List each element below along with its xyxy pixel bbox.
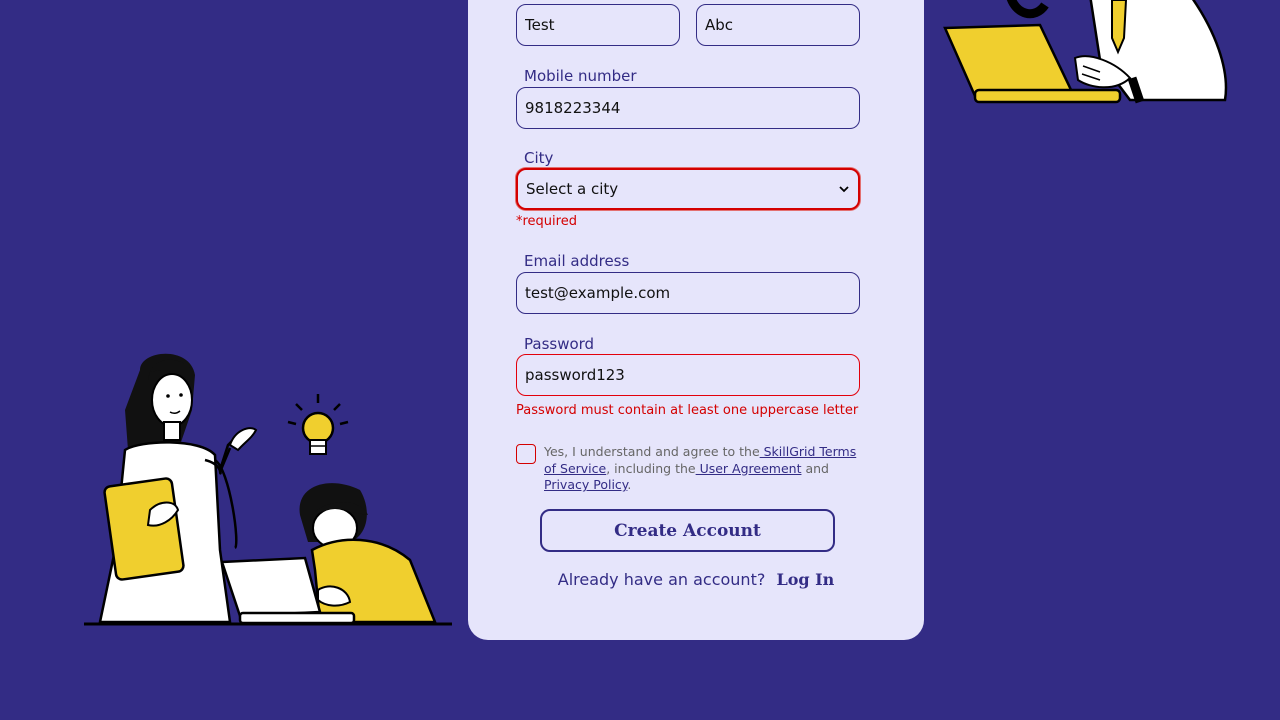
- password-input[interactable]: [516, 354, 860, 396]
- email-input[interactable]: [516, 272, 860, 314]
- login-link[interactable]: Log In: [776, 570, 834, 589]
- chevron-down-icon: [839, 186, 849, 193]
- city-error: *required: [516, 214, 577, 229]
- city-select-value: Select a city: [526, 180, 619, 198]
- people-illustration: [84, 353, 452, 626]
- login-prompt: Already have an account? Log In: [557, 570, 835, 589]
- first-name-input[interactable]: [516, 4, 680, 46]
- terms-text: Yes, I understand and agree to the Skill…: [544, 444, 857, 492]
- create-account-button[interactable]: Create Account: [540, 509, 835, 552]
- password-error: Password must contain at least one upper…: [516, 403, 859, 418]
- signup-page: Mobile number City Select a city *requir…: [0, 0, 1280, 720]
- privacy-policy-link[interactable]: Privacy Policy: [544, 477, 627, 492]
- password-label: Password: [524, 335, 595, 353]
- terms-checkbox[interactable]: [516, 444, 536, 464]
- city-select[interactable]: Select a city: [516, 168, 860, 210]
- email-label: Email address: [524, 252, 630, 270]
- mobile-input[interactable]: [516, 87, 860, 129]
- mobile-label: Mobile number: [524, 67, 637, 85]
- man-laptop-illustration: [943, 0, 1228, 104]
- last-name-input[interactable]: [696, 4, 860, 46]
- user-agreement-link[interactable]: User Agreement: [696, 461, 802, 476]
- city-label: City: [524, 149, 554, 167]
